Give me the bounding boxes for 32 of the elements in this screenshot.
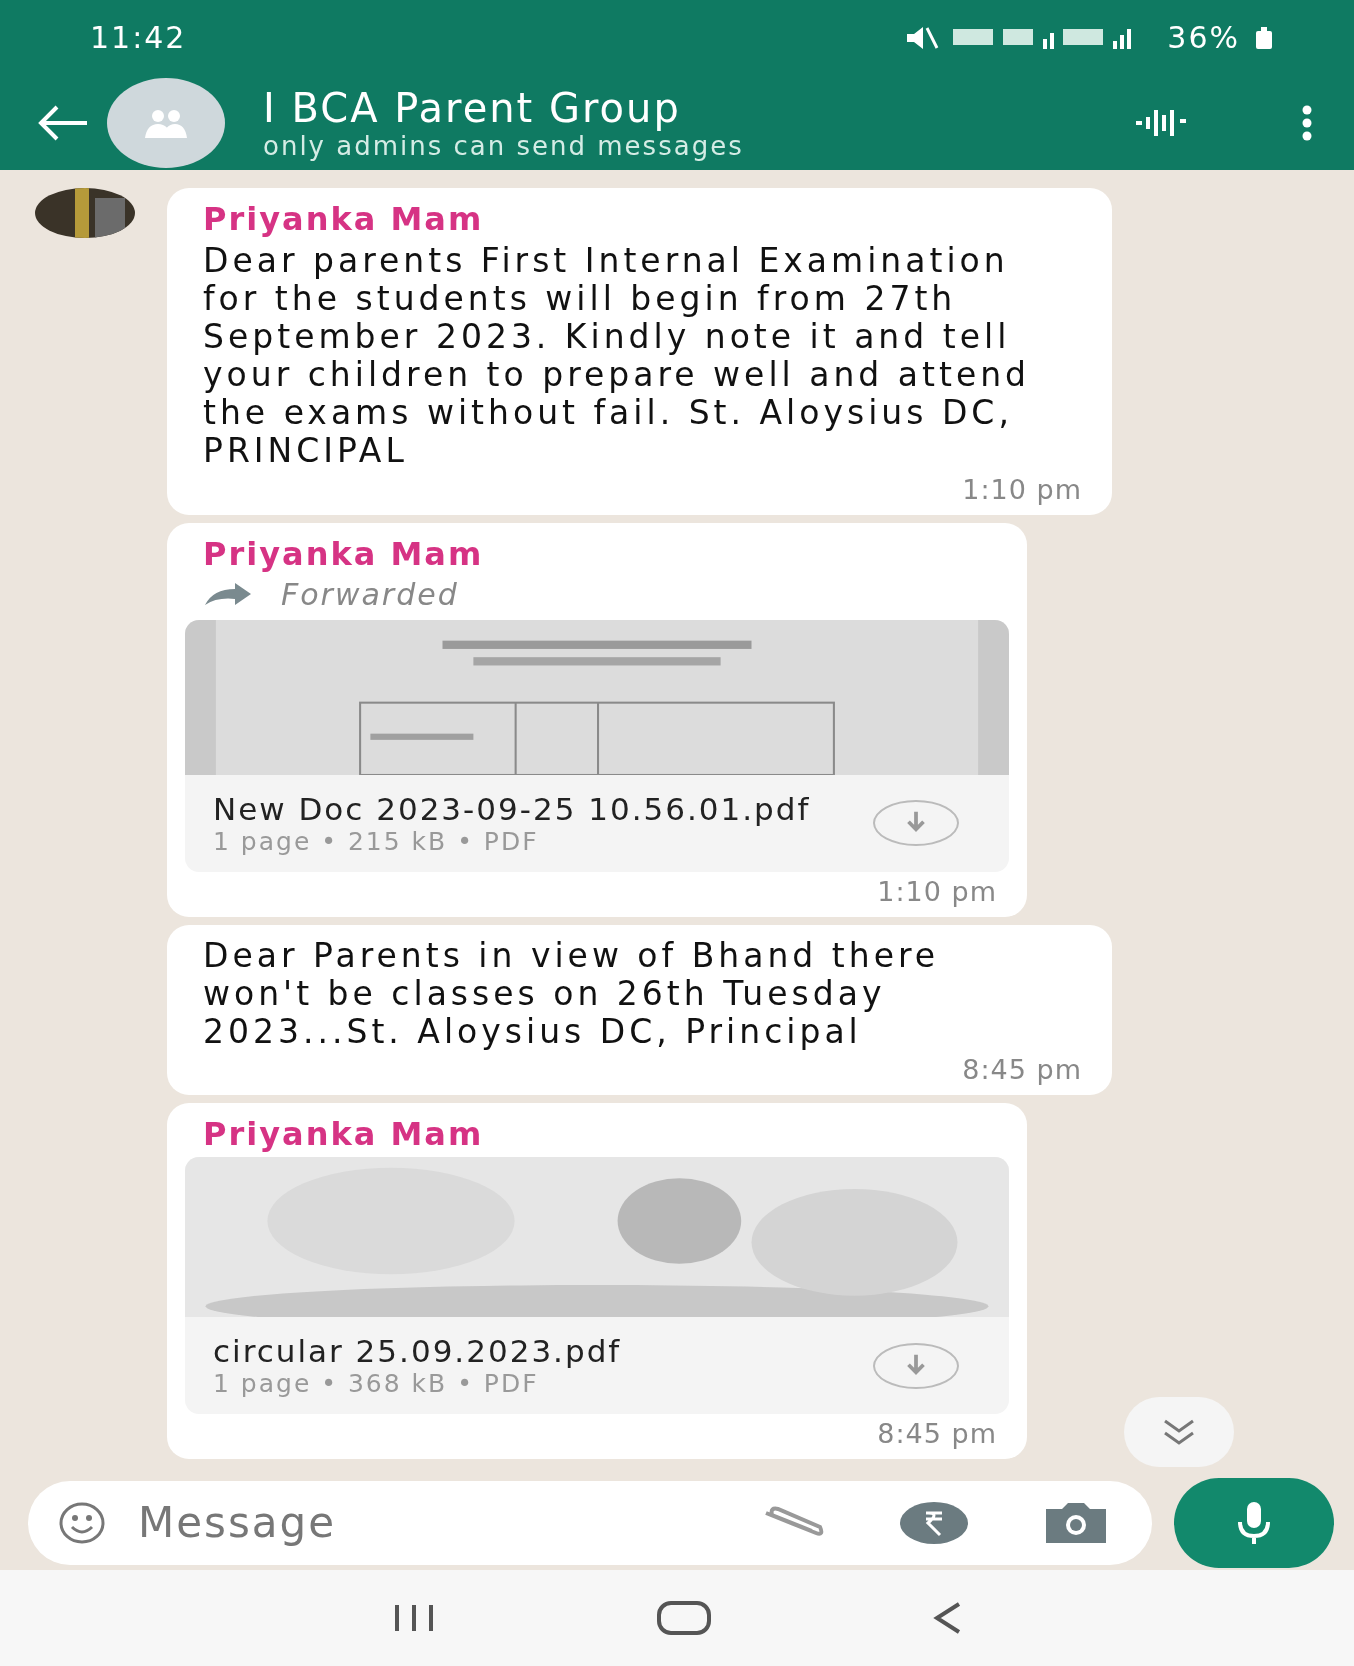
forward-icon [203,581,253,608]
document-card[interactable]: circular 25.09.2023.pdf 1 page • 368 kB • PDF [185,1157,1009,1415]
chat-subtitle: only admins can send messages [263,130,745,161]
emoji-icon[interactable] [58,1500,106,1545]
message-text: Dear Parents in view of Bhand there won't be classes on 26th Tuesday 2023...St. Aloysius DC, Principal [203,936,941,1051]
message-time: 1:10 pm [962,473,1082,505]
message-time: 8:45 pm [877,1418,997,1450]
message-time: 8:45 pm [962,1054,1082,1086]
chat-title: I BCA Parent Group [263,84,682,131]
message-bar[interactable]: Message [28,1480,1152,1565]
mute-icon [905,24,940,51]
document-card[interactable]: New Doc 2023-09-25 10.56.01.pdf 1 page • 215 kB • PDF [185,619,1009,872]
forwarded-label: Forwarded [281,576,459,612]
sender-name: Priyanka Mam [203,534,485,573]
sender-name: Priyanka Mam [203,200,485,238]
download-icon [873,800,959,847]
menu-icon[interactable] [1300,104,1314,141]
download-icon [873,1342,959,1389]
home-icon[interactable] [656,1600,712,1636]
message-text: Dear parents First Internal Examination for the students will begin from 27th September 2023. Kindly note it and tell your children to prepare well and attend the exams without fail. St. Aloysius DC, PRINCIPAL [203,242,1032,470]
file-name: New Doc 2023-09-25 10.56.01.pdf [213,790,812,827]
status-time: 11:42 [90,20,187,55]
microphone-icon [1236,1499,1272,1546]
file-meta: 1 page • 215 kB • PDF [213,826,540,856]
message-time: 1:10 pm [877,875,997,907]
sender-name: Priyanka Mam [203,1115,485,1154]
battery-level: 36% [1167,20,1240,55]
message-field[interactable]: Message [136,1497,728,1548]
rupee-icon[interactable] [898,1500,970,1545]
file-name: circular 25.09.2023.pdf [213,1333,623,1370]
file-meta: 1 page • 368 kB • PDF [213,1369,540,1399]
battery-icon [1254,26,1274,49]
